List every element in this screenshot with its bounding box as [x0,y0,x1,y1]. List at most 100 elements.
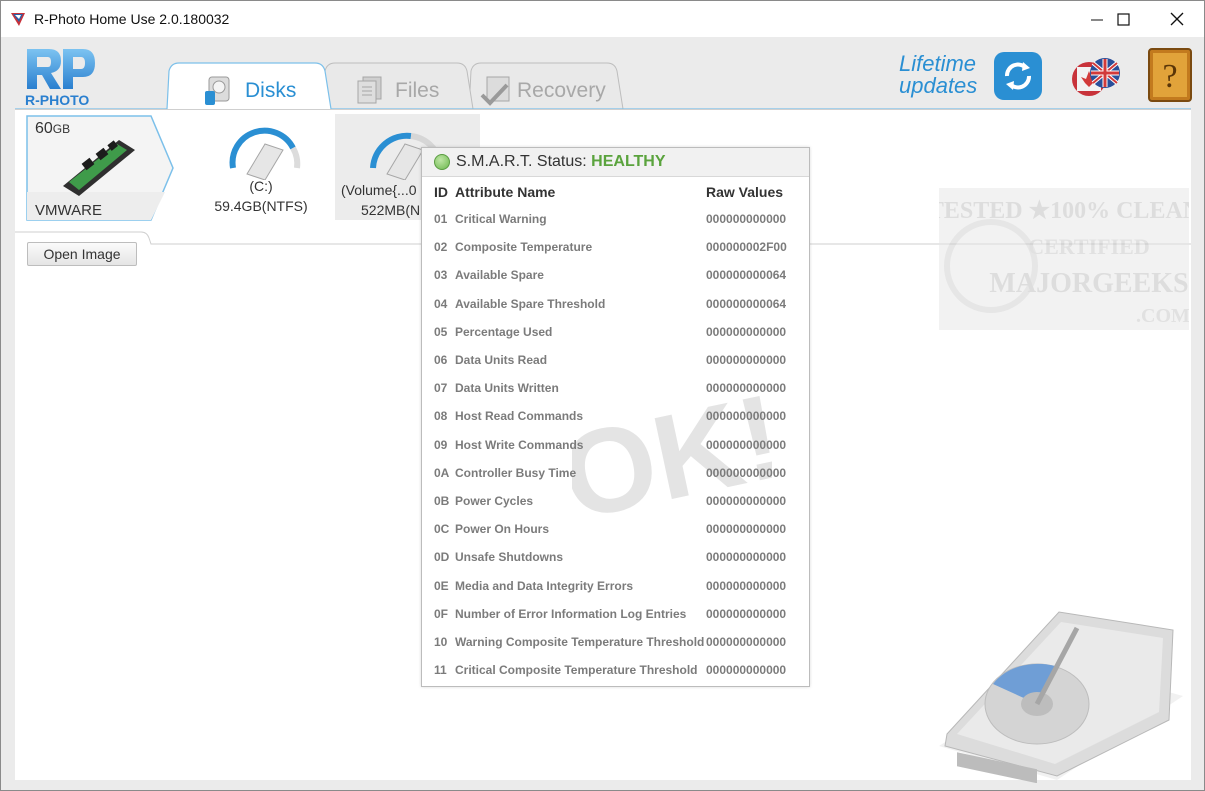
attribute-raw-value: 000000000000 [706,606,787,621]
smart-status-popup: S.M.A.R.T. Status: HEALTHY OK! ID Attrib… [421,147,810,687]
smart-header: S.M.A.R.T. Status: HEALTHY [422,148,809,177]
status-ok-icon [434,154,450,170]
tab-recovery[interactable]: Recovery [471,63,621,109]
recovery-icon [480,76,510,106]
attribute-id: 08 [434,409,448,424]
attribute-id: 0F [434,606,449,621]
attribute-raw-value: 000000000000 [706,353,787,367]
attribute-name: Warning Composite Temperature Threshold [455,635,705,649]
maximize-button[interactable] [1100,1,1146,37]
attribute-name: Percentage Used [455,324,553,339]
attribute-raw-value: 000000000000 [706,409,787,424]
column-header-name: Attribute Name [455,184,556,200]
attribute-id: 01 [434,212,448,226]
flags-icon[interactable] [1067,49,1123,101]
volume-letter: (C:) [249,178,273,194]
attribute-id: 11 [434,663,447,678]
attribute-raw-value: 000000000000 [706,212,787,226]
table-row: 0B Power Cycles 000000000000 [422,494,809,522]
tab-files-label: Files [395,79,440,102]
volume-card-c[interactable]: (C:) 59.4GB(NTFS) [201,118,321,228]
attribute-raw-value: 000000000000 [706,465,787,480]
tab-disks[interactable]: Disks [169,63,329,109]
help-book-icon[interactable]: ? [1147,47,1193,103]
updates-text: updates [899,73,978,98]
table-row: 01 Critical Warning 000000000000 [422,212,809,240]
attribute-id: 09 [434,437,448,452]
table-row: 05 Percentage Used 000000000000 [422,325,809,353]
disk-card-vmware[interactable]: 60GB VMWARE [25,114,175,222]
attribute-name: Critical Warning [455,212,547,226]
table-row: 02 Composite Temperature 000000002F00 [422,240,809,268]
attribute-raw-value: 000000000000 [706,635,787,649]
table-row: 0E Media and Data Integrity Errors 0000000… [422,579,809,607]
hdd-illustration [939,611,1183,783]
attribute-raw-value: 000000000064 [706,268,787,283]
lifetime-updates-link[interactable]: Lifetime updates [899,53,977,97]
table-row: 0D Unsafe Shutdowns 000000000000 [422,550,809,578]
attribute-id: 03 [434,268,448,283]
tab-recovery-label: Recovery [517,79,606,102]
attribute-id: 04 [434,296,448,311]
attribute-id: 02 [434,240,448,255]
attribute-name: Power Cycles [455,494,534,508]
attribute-id: 07 [434,381,448,396]
majorgeeks-watermark: TESTED ★100% CLEAN CERTIFIED MAJORGEEKS … [939,188,1189,330]
close-button[interactable] [1154,1,1200,37]
files-icon [357,76,382,104]
attribute-name: Host Read Commands [455,409,584,424]
volume-drive-icon [229,127,301,180]
table-row: 0A Controller Busy Time 000000000000 [422,466,809,494]
attribute-id: 0C [434,522,450,537]
attribute-id: 0E [434,578,449,593]
attribute-name: Available Spare Threshold [455,296,606,311]
open-image-button[interactable]: Open Image [27,242,137,266]
disks-panel: 60GB VMWARE (C:) 59.4GB(NTFS) (Volume{..… [15,109,1191,783]
attribute-name: Unsafe Shutdowns [455,550,564,565]
workspace: R-PHOTO Disks Files Recovery Lifetime up… [1,37,1204,790]
attribute-raw-value: 000000000000 [706,522,787,537]
attribute-raw-value: 000000000000 [706,663,787,678]
tab-disks-label: Disks [245,79,297,102]
attribute-name: Power On Hours [455,522,550,537]
ssd-icon [63,140,135,196]
attribute-raw-value: 000000000000 [706,550,787,565]
attribute-id: 05 [434,324,448,339]
table-row: 09 Host Write Commands 000000000000 [422,438,809,466]
disk-icon [205,76,230,105]
attribute-name: Host Write Commands [455,437,584,452]
tab-files[interactable]: Files [325,63,471,109]
table-row: 08 Host Read Commands 000000000000 [422,409,809,437]
smart-title: S.M.A.R.T. Status: HEALTHY [456,153,666,170]
attribute-id: 06 [434,353,448,367]
attribute-raw-value: 000000000000 [706,437,787,452]
table-row: 10 Warning Composite Temperature Threshol… [422,635,809,663]
table-row: 07 Data Units Written 000000000000 [422,381,809,409]
attribute-name: Data Units Written [455,381,559,396]
attribute-name: Data Units Read [455,353,548,367]
table-row: 04 Available Spare Threshold 000000000064 [422,297,809,325]
svg-text:?: ? [1162,58,1177,95]
column-header-raw: Raw Values [706,184,784,200]
table-row: 11 Critical Composite Temperature Thresho… [422,663,809,691]
window-title: R-Photo Home Use 2.0.180032 [34,11,230,27]
watermark-line1: TESTED ★100% CLEAN [939,198,1189,224]
attribute-id: 10 [434,635,448,649]
attribute-raw-value: 000000002F00 [706,240,787,255]
watermark-line2: CERTIFIED [1028,234,1149,259]
table-row: 06 Data Units Read 000000000000 [422,353,809,381]
volume-size: 59.4GB(NTFS) [214,198,308,214]
attribute-name: Critical Composite Temperature Threshold [455,663,698,678]
attribute-raw-value: 000000000064 [706,296,787,311]
table-row: 0C Power On Hours 000000000000 [422,522,809,550]
smart-status: HEALTHY [591,153,666,170]
attribute-name: Controller Busy Time [455,465,577,480]
refresh-icon[interactable] [993,51,1043,101]
attribute-raw-value: 000000000000 [706,578,787,593]
attribute-id: 0D [434,550,450,565]
watermark-line3: MAJORGEEKS [989,268,1188,299]
title-bar: R-Photo Home Use 2.0.180032 [1,1,1204,37]
attribute-name: Media and Data Integrity Errors [455,578,634,593]
attribute-name: Number of Error Information Log Entries [455,606,687,621]
table-row: 0F Number of Error Information Log Entrie… [422,607,809,635]
